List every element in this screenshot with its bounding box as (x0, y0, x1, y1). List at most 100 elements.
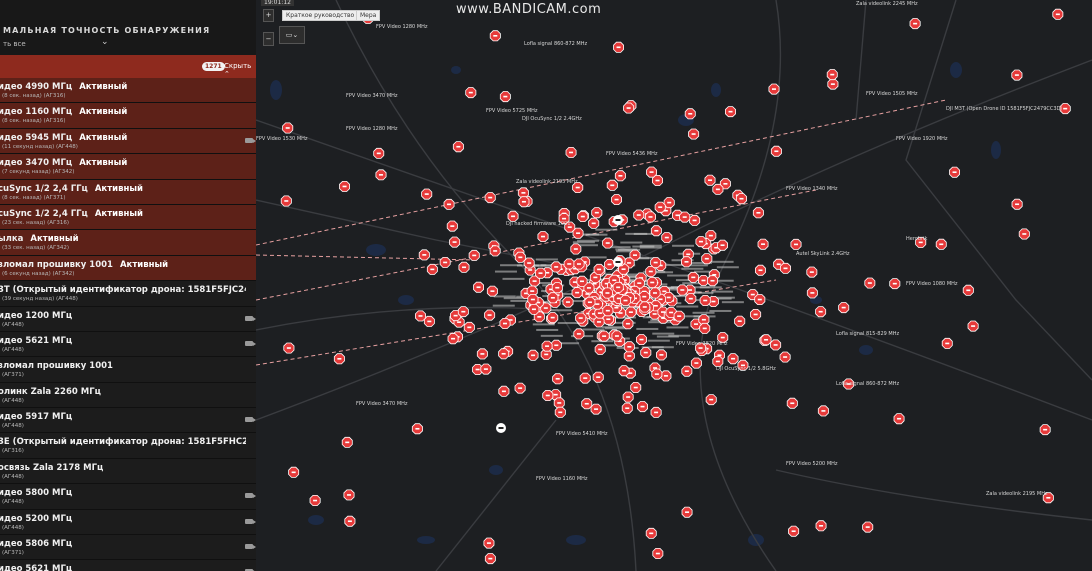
drone-marker[interactable] (1011, 69, 1023, 81)
drone-marker[interactable] (688, 128, 700, 140)
drone-marker[interactable] (601, 287, 613, 299)
drone-marker[interactable] (489, 245, 501, 257)
drone-marker[interactable] (598, 330, 610, 342)
zoom-out-button[interactable]: − (263, 32, 274, 46)
drone-marker[interactable] (590, 403, 602, 415)
drone-marker[interactable] (484, 192, 496, 204)
detection-row[interactable]: зломал прошивку 1001 Активный (6 секунд на… (0, 255, 256, 282)
drone-marker[interactable] (611, 194, 623, 206)
drone-marker[interactable] (573, 258, 585, 270)
drone-marker[interactable] (639, 301, 651, 313)
detection-row[interactable]: 3Т (Открытый идентификатор дрона: 1581F5… (0, 281, 256, 307)
drone-marker[interactable] (788, 525, 800, 537)
drone-marker[interactable] (1052, 8, 1064, 20)
drone-marker[interactable] (754, 294, 766, 306)
sensor-icon[interactable] (613, 215, 623, 225)
drone-marker[interactable] (339, 180, 350, 192)
drone-marker[interactable] (341, 436, 353, 448)
drone-marker[interactable] (633, 209, 645, 221)
drone-marker[interactable] (551, 282, 563, 294)
camera-icon[interactable] (245, 340, 256, 346)
drone-marker[interactable] (581, 398, 593, 410)
drone-marker[interactable] (514, 382, 526, 394)
drone-marker[interactable] (689, 214, 701, 226)
detection-row[interactable]: идео 5200 МГц (АГ448) (0, 509, 256, 536)
detection-row[interactable]: идео 4990 МГц Активный (8 сек. назад) (АГ3… (0, 78, 256, 104)
drone-marker[interactable] (661, 232, 673, 244)
measure-button[interactable]: Мера (356, 10, 381, 21)
drone-marker[interactable] (507, 210, 519, 222)
detection-row[interactable]: идео 5945 МГц Активный (11 секунд назад) (… (0, 128, 256, 155)
drone-marker[interactable] (499, 317, 511, 330)
drone-marker[interactable] (576, 275, 588, 287)
drone-marker[interactable] (593, 263, 605, 275)
detection-row[interactable]: идео 5806 МГц (АГ371) (0, 535, 256, 561)
drone-marker[interactable] (750, 308, 762, 320)
drone-marker[interactable] (550, 261, 562, 273)
drone-marker[interactable] (542, 389, 554, 402)
drone-marker[interactable] (541, 340, 553, 352)
drone-marker[interactable] (623, 102, 635, 114)
drone-marker[interactable] (712, 183, 724, 195)
drone-marker[interactable] (613, 41, 625, 53)
drone-marker[interactable] (676, 284, 688, 296)
drone-marker[interactable] (680, 256, 693, 268)
drone-marker[interactable] (288, 466, 300, 478)
drone-marker[interactable] (618, 365, 630, 377)
drone-marker[interactable] (790, 238, 802, 250)
drone-marker[interactable] (649, 287, 661, 299)
drone-marker[interactable] (650, 257, 662, 269)
drone-marker[interactable] (447, 333, 459, 345)
drone-marker[interactable] (826, 69, 838, 81)
drone-marker[interactable] (452, 141, 464, 153)
drone-marker[interactable] (652, 548, 664, 559)
drone-marker[interactable] (935, 238, 947, 250)
drone-marker[interactable] (594, 343, 606, 355)
detection-row[interactable]: cuSync 1/2 2,4 ГГц Активный (23 сек. назад… (0, 204, 256, 231)
drone-marker[interactable] (499, 91, 511, 103)
drone-marker[interactable] (815, 306, 827, 318)
drone-marker[interactable] (893, 413, 905, 425)
detection-row[interactable]: олинк Zala 2260 МГц (АГ448) (0, 382, 256, 409)
drone-marker[interactable] (654, 201, 666, 213)
drone-marker[interactable] (414, 310, 427, 322)
drone-marker[interactable] (484, 553, 496, 565)
detection-row[interactable]: зломал прошивку 1001 (АГ371) (0, 357, 256, 383)
drone-marker[interactable] (498, 385, 510, 397)
drone-marker[interactable] (681, 365, 693, 377)
drone-marker[interactable] (735, 193, 748, 205)
drone-marker[interactable] (575, 312, 587, 324)
drone-marker[interactable] (579, 372, 591, 384)
drone-marker[interactable] (724, 106, 737, 118)
guide-button[interactable]: Краткое руководство (282, 10, 359, 21)
drone-marker[interactable] (375, 169, 387, 181)
drone-marker[interactable] (572, 227, 584, 239)
drone-marker[interactable] (623, 341, 635, 353)
detection-row[interactable]: идео 5621 МГц(АГ448) (0, 560, 256, 571)
drone-marker[interactable] (592, 371, 604, 383)
drone-marker[interactable] (646, 166, 658, 178)
drone-marker[interactable] (770, 145, 782, 157)
drone-marker[interactable] (554, 406, 566, 418)
drone-marker[interactable] (476, 348, 488, 360)
detection-row[interactable]: идео 5800 МГц (АГ448) (0, 484, 256, 510)
drone-marker[interactable] (768, 83, 780, 95)
drone-marker[interactable] (553, 397, 565, 409)
drone-marker[interactable] (309, 494, 321, 507)
drone-marker[interactable] (527, 349, 539, 361)
drone-marker[interactable] (780, 262, 791, 274)
drone-marker[interactable] (343, 489, 355, 501)
drone-marker[interactable] (421, 188, 433, 200)
drone-marker[interactable] (806, 287, 818, 299)
drone-marker[interactable] (562, 296, 574, 308)
drone-marker[interactable] (646, 276, 658, 289)
detection-row[interactable]: идео 5621 МГц(АГ448) (0, 331, 256, 358)
drone-marker[interactable] (486, 285, 498, 297)
drone-marker[interactable] (550, 339, 562, 351)
drone-marker[interactable] (681, 506, 693, 518)
detections-group-bar[interactable]: 1271 Скрыть ⌃ (0, 55, 256, 78)
drone-marker[interactable] (537, 231, 549, 243)
drone-marker[interactable] (635, 334, 648, 346)
drone-marker[interactable] (534, 267, 547, 279)
detection-row[interactable]: идео 5917 МГц (АГ448) (0, 408, 256, 434)
